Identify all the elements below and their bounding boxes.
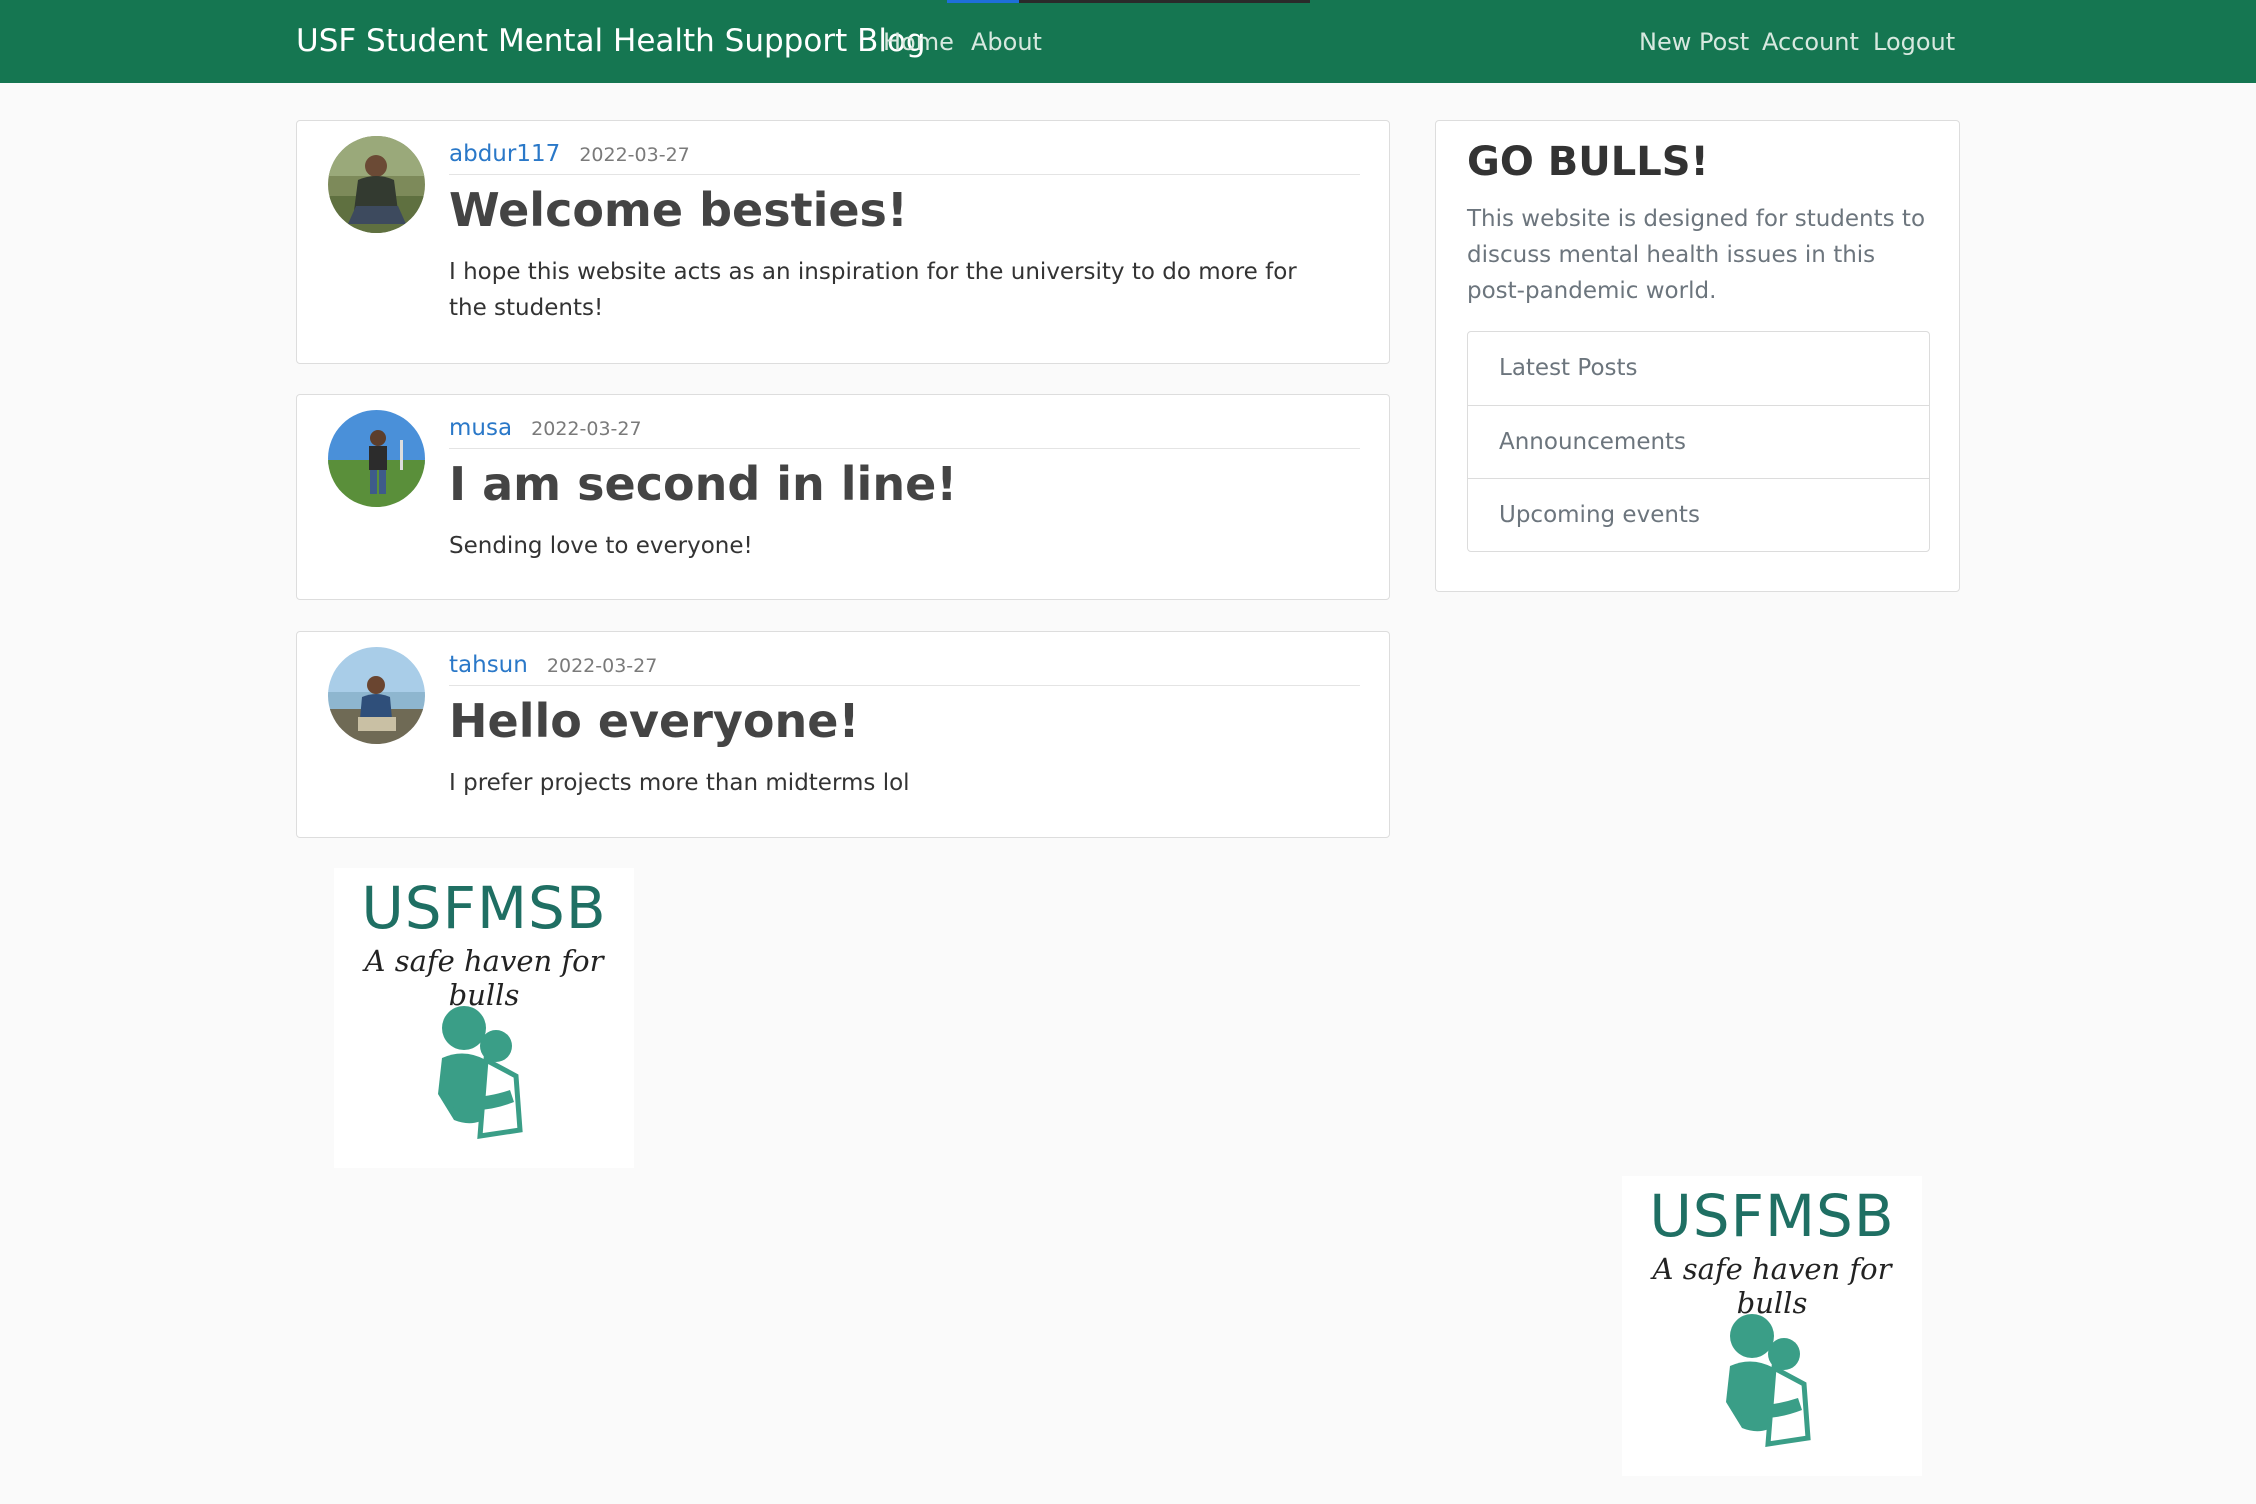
sidebar-item-latest-posts[interactable]: Latest Posts <box>1468 332 1929 405</box>
post-title[interactable]: Hello everyone! <box>449 694 859 748</box>
post-meta: musa 2022-03-27 <box>449 415 1360 449</box>
sidebar: GO BULLS! This website is designed for s… <box>1435 120 1960 592</box>
post-date: 2022-03-27 <box>579 144 690 166</box>
post-date: 2022-03-27 <box>531 418 642 440</box>
nav-new-post-link[interactable]: New Post <box>1639 28 1749 56</box>
site-brand-link[interactable]: USF Student Mental Health Support Blog <box>296 23 926 59</box>
page-load-progress-bar <box>947 0 1310 3</box>
author-avatar[interactable] <box>328 136 425 233</box>
logo-title: USFMSB <box>361 874 607 942</box>
post-title[interactable]: Welcome besties! <box>449 183 908 237</box>
site-logo: USFMSB A safe haven for bulls <box>1622 1176 1922 1476</box>
post-meta: abdur117 2022-03-27 <box>449 141 1360 175</box>
post-author-link[interactable]: musa <box>449 415 512 441</box>
hug-icon <box>1726 1314 1811 1447</box>
post-card: tahsun 2022-03-27 Hello everyone! I pref… <box>296 631 1390 838</box>
site-logo: USFMSB A safe haven for bulls <box>334 868 634 1168</box>
sidebar-list: Latest Posts Announcements Upcoming even… <box>1467 331 1930 552</box>
sidebar-item-announcements[interactable]: Announcements <box>1468 405 1929 478</box>
sidebar-item-upcoming-events[interactable]: Upcoming events <box>1468 478 1929 551</box>
nav-logout-link[interactable]: Logout <box>1873 28 1955 56</box>
navbar: USF Student Mental Health Support Blog H… <box>0 0 2256 83</box>
post-title[interactable]: I am second in line! <box>449 457 957 511</box>
author-avatar[interactable] <box>328 410 425 507</box>
nav-about-link[interactable]: About <box>971 28 1042 56</box>
post-card: musa 2022-03-27 I am second in line! Sen… <box>296 394 1390 600</box>
author-avatar[interactable] <box>328 647 425 744</box>
sidebar-title: GO BULLS! <box>1467 139 1709 185</box>
post-author-link[interactable]: abdur117 <box>449 141 560 167</box>
post-content: I hope this website acts as an inspirati… <box>449 259 1297 321</box>
nav-account-link[interactable]: Account <box>1762 28 1859 56</box>
post-content: Sending love to everyone! <box>449 533 753 559</box>
hug-icon <box>438 1006 523 1139</box>
sidebar-description: This website is designed for students to… <box>1467 206 1926 304</box>
post-content: I prefer projects more than midterms lol <box>449 770 910 796</box>
nav-home-link[interactable]: Home <box>883 28 954 56</box>
post-card: abdur117 2022-03-27 Welcome besties! I h… <box>296 120 1390 364</box>
logo-title: USFMSB <box>1649 1182 1895 1250</box>
post-meta: tahsun 2022-03-27 <box>449 652 1360 686</box>
post-date: 2022-03-27 <box>546 655 658 677</box>
post-author-link[interactable]: tahsun <box>449 652 528 678</box>
